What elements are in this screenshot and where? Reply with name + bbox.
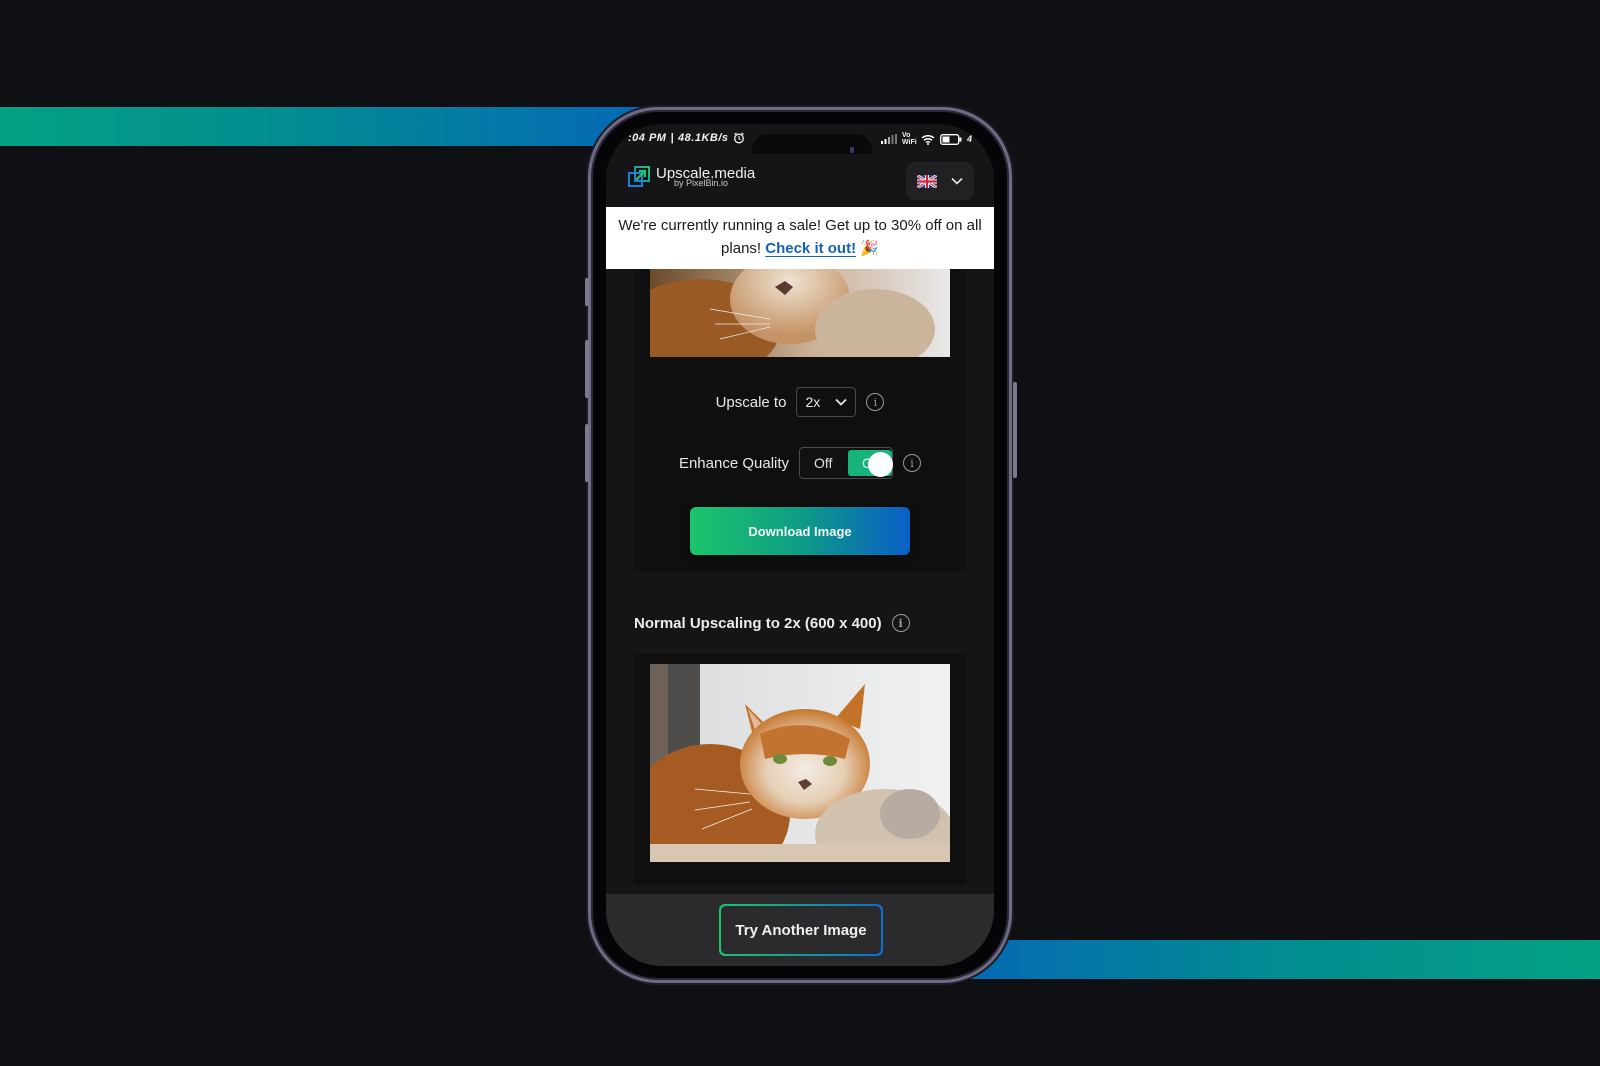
sale-banner-link[interactable]: Check it out! — [765, 240, 856, 257]
enhance-quality-label: Enhance Quality — [678, 454, 790, 472]
upscale-factor-row: Upscale to 2x i — [634, 387, 966, 417]
chevron-down-icon — [951, 177, 963, 185]
status-separator: | — [670, 132, 675, 144]
app-header: Upscale.media by PixelBin.io — [606, 154, 994, 208]
chevron-down-icon — [835, 398, 848, 406]
upscaled-cat-image[interactable] — [650, 664, 950, 862]
enhance-quality-row: Enhance Quality Off On i — [634, 447, 966, 479]
upscale-to-label: Upscale to — [715, 393, 787, 411]
phone-volume-down-button — [585, 424, 589, 482]
language-selector[interactable] — [906, 162, 974, 200]
wifi-icon — [921, 134, 935, 145]
result-info-icon[interactable]: i — [891, 614, 910, 632]
phone-volume-up-button — [585, 340, 589, 398]
try-another-image-label: Try Another Image — [721, 906, 881, 954]
brand-byline: by PixelBin.io — [674, 178, 729, 188]
upscale-factor-select[interactable]: 2x — [796, 387, 857, 417]
toggle-off-label: Off — [814, 455, 833, 471]
enhance-quality-toggle[interactable]: Off On — [799, 447, 894, 479]
toggle-knob[interactable] — [868, 452, 894, 477]
status-vowifi: Vo WiFi — [901, 132, 917, 146]
uk-flag-icon — [917, 174, 937, 188]
battery-icon — [940, 133, 962, 145]
camera-dot — [850, 147, 854, 153]
decorative-stripe-top — [0, 107, 640, 146]
upscale-arrow-icon — [628, 166, 650, 187]
phone-power-button — [1013, 382, 1017, 478]
download-image-button[interactable]: Download Image — [690, 507, 910, 555]
signal-bars-icon — [880, 134, 897, 144]
result-title-text: Normal Upscaling to 2x (600 x 400) — [634, 614, 882, 632]
sale-banner: We're currently running a sale! Get up t… — [606, 207, 994, 269]
preview-image-cropped — [650, 269, 950, 357]
phone-screen: :04 PM | 48.1KB/s Vo WiFi 4 Upscale.medi… — [606, 124, 994, 966]
decorative-stripe-bottom — [960, 940, 1600, 979]
phone-frame: :04 PM | 48.1KB/s Vo WiFi 4 Upscale.medi… — [585, 107, 1017, 983]
result-section-title: Normal Upscaling to 2x (600 x 400) i — [634, 614, 910, 632]
upscale-factor-value: 2x — [805, 394, 821, 410]
upscale-info-icon[interactable]: i — [866, 393, 885, 411]
enhance-info-icon[interactable]: i — [903, 454, 922, 472]
result-image-card — [634, 654, 966, 884]
alarm-clock-icon — [733, 132, 744, 144]
status-time: :04 PM — [628, 132, 667, 144]
phone-action-button — [585, 278, 589, 306]
status-battery-text: 4 — [966, 134, 972, 144]
try-another-image-button[interactable]: Try Another Image — [719, 904, 883, 956]
footer-bar: Try Another Image — [606, 894, 994, 966]
party-popper-icon: 🎉 — [860, 240, 879, 257]
upscale-settings-card: Upscale to 2x i Enhance Quality Off On i… — [634, 269, 966, 571]
status-net-speed: 48.1KB/s — [678, 132, 729, 144]
